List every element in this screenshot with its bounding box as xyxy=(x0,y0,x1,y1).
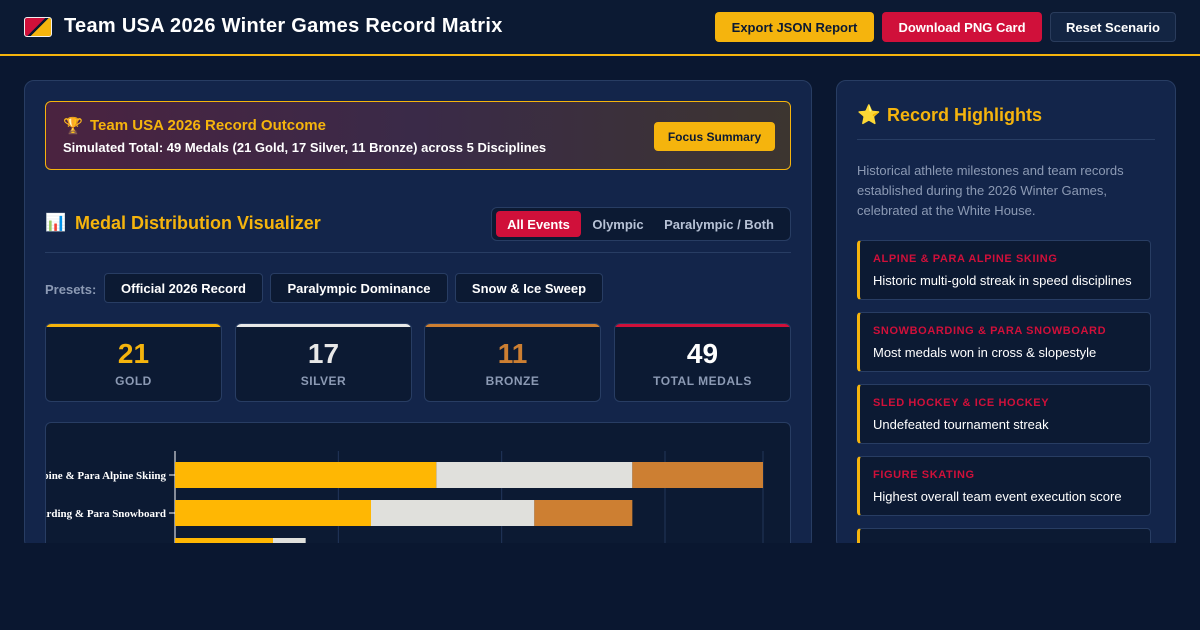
preset-snow-ice-sweep-button[interactable]: Snow & Ice Sweep xyxy=(455,273,603,303)
viewport-cutoff xyxy=(0,543,1200,630)
total-label: TOTAL MEDALS xyxy=(653,374,752,388)
highlights-panel: ⭐ Record Highlights Historical athlete m… xyxy=(836,80,1176,588)
star-icon: ⭐ xyxy=(857,105,881,126)
gold-stat-card: 21 GOLD xyxy=(45,323,222,402)
divider xyxy=(45,252,791,253)
chart-bar-gold xyxy=(175,462,437,488)
chart-bar-gold xyxy=(175,500,371,526)
app-title: Team USA 2026 Winter Games Record Matrix xyxy=(64,15,503,37)
tab-all-events[interactable]: All Events xyxy=(496,211,581,237)
tab-olympic[interactable]: Olympic xyxy=(584,211,652,237)
bar-chart-icon: 📊 xyxy=(45,213,67,232)
highlight-card: SNOWBOARDING & PARA SNOWBOARD Most medal… xyxy=(857,312,1151,372)
download-png-button[interactable]: Download PNG Card xyxy=(882,12,1042,42)
visualizer-title: Medal Distribution Visualizer xyxy=(75,213,321,233)
presets-label: Presets: xyxy=(45,282,97,297)
highlight-text: Historic multi-gold streak in speed disc… xyxy=(873,273,1132,288)
chart-bar-bronze xyxy=(632,462,763,488)
chart-category-label: Snowboarding & Para Snowboard xyxy=(46,508,166,520)
summary-title: Team USA 2026 Record Outcome xyxy=(90,117,326,134)
highlight-category: SLED HOCKEY & ICE HOCKEY xyxy=(873,397,1050,409)
focus-summary-button[interactable]: Focus Summary xyxy=(654,122,775,151)
tab-paralympic-both[interactable]: Paralympic / Both xyxy=(656,211,782,237)
highlights-title: Record Highlights xyxy=(887,105,1043,125)
app-header: Team USA 2026 Winter Games Record Matrix… xyxy=(0,0,1200,56)
main-panel: 🏆 Team USA 2026 Record Outcome Simulated… xyxy=(24,80,812,562)
total-accent-bar xyxy=(615,324,790,327)
preset-paralympic-dominance-button[interactable]: Paralympic Dominance xyxy=(270,273,448,303)
total-stat-card: 49 TOTAL MEDALS xyxy=(614,323,791,402)
bronze-label: BRONZE xyxy=(485,374,540,388)
summary-text: Simulated Total: 49 Medals (21 Gold, 17 … xyxy=(63,140,547,155)
highlight-text: Highest overall team event execution sco… xyxy=(873,489,1122,504)
bronze-accent-bar xyxy=(425,324,600,327)
gold-label: GOLD xyxy=(115,374,152,388)
silver-count: 17 xyxy=(307,338,340,369)
silver-accent-bar xyxy=(236,324,411,327)
highlight-category: ALPINE & PARA ALPINE SKIING xyxy=(873,253,1058,265)
preset-official-record-button[interactable]: Official 2026 Record xyxy=(104,273,263,303)
gold-accent-bar xyxy=(46,324,221,327)
gold-count: 21 xyxy=(117,338,150,369)
bronze-count: 11 xyxy=(497,338,528,369)
highlight-card: ALPINE & PARA ALPINE SKIING Historic mul… xyxy=(857,240,1151,300)
chart-bar-silver xyxy=(436,462,633,488)
silver-label: SILVER xyxy=(300,374,347,388)
total-count: 49 xyxy=(686,338,719,369)
export-json-button[interactable]: Export JSON Report xyxy=(715,12,874,42)
bronze-stat-card: 11 BRONZE xyxy=(424,323,601,402)
chart-bar-bronze xyxy=(534,500,633,526)
event-filter-tabs: All Events Olympic Paralympic / Both xyxy=(491,207,791,241)
divider xyxy=(857,139,1155,140)
highlight-category: FIGURE SKATING xyxy=(873,469,975,481)
chart-bar-silver xyxy=(371,500,535,526)
chart-category-label: Alpine & Para Alpine Skiing xyxy=(46,470,166,482)
highlight-text: Most medals won in cross & slopestyle xyxy=(873,345,1097,360)
highlight-card: SLED HOCKEY & ICE HOCKEY Undefeated tour… xyxy=(857,384,1151,444)
medal-chart-svg: Alpine & Para Alpine Skiing Snowboarding … xyxy=(46,451,764,561)
highlight-category: SNOWBOARDING & PARA SNOWBOARD xyxy=(873,325,1107,337)
highlights-description: Historical athlete milestones and team r… xyxy=(857,163,1124,218)
silver-stat-card: 17 SILVER xyxy=(235,323,412,402)
summary-banner: 🏆 Team USA 2026 Record Outcome Simulated… xyxy=(45,101,791,170)
highlight-text: Undefeated tournament streak xyxy=(873,417,1049,432)
flag-logo-icon xyxy=(24,17,52,37)
medal-chart: Alpine & Para Alpine Skiing Snowboarding … xyxy=(45,422,791,562)
highlight-card: FIGURE SKATING Highest overall team even… xyxy=(857,456,1151,516)
reset-scenario-button[interactable]: Reset Scenario xyxy=(1050,12,1176,42)
trophy-icon: 🏆 xyxy=(63,118,83,135)
